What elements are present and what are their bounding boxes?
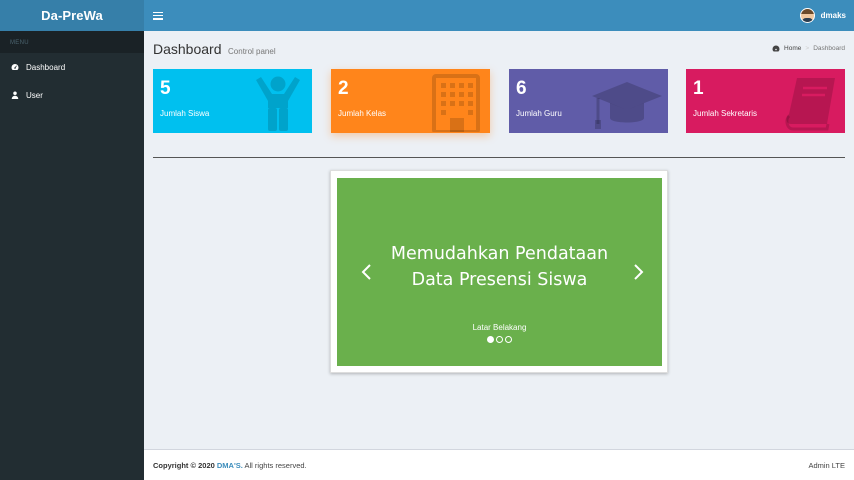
slide-title-line: Memudahkan Pendataan bbox=[390, 244, 609, 264]
stat-label: Jumlah Kelas bbox=[338, 109, 387, 118]
stat-count: 2 bbox=[338, 78, 349, 99]
stat-label: Jumlah Sekretaris bbox=[693, 109, 758, 118]
hamburger-icon[interactable] bbox=[153, 11, 163, 20]
dashboard-icon bbox=[772, 45, 780, 52]
stat-label: Jumlah Guru bbox=[516, 109, 562, 118]
sidebar-item-user[interactable]: User bbox=[0, 81, 144, 109]
stat-count: 1 bbox=[693, 78, 704, 99]
carousel: Memudahkan Pendataan Data Presensi Siswa… bbox=[337, 178, 662, 366]
stat-count: 6 bbox=[516, 78, 527, 99]
user-menu[interactable]: dmaks bbox=[799, 0, 846, 31]
sidebar: MENU Dashboard User bbox=[0, 31, 144, 480]
avatar bbox=[799, 8, 815, 23]
sidebar-item-label: User bbox=[26, 90, 43, 100]
dashboard-icon bbox=[11, 64, 19, 70]
breadcrumb-current: Dashboard bbox=[813, 45, 845, 52]
book-icon bbox=[785, 78, 835, 131]
footer-version: Admin LTE bbox=[808, 460, 845, 470]
sidebar-item-dashboard[interactable]: Dashboard bbox=[0, 53, 144, 81]
child-icon bbox=[256, 76, 300, 131]
content-header: Dashboard Control panel Home > Dashboard bbox=[153, 41, 845, 59]
footer-rights: All rights reserved. bbox=[244, 460, 307, 470]
graduation-cap-icon bbox=[592, 82, 662, 129]
sidebar-item-label: Dashboard bbox=[26, 62, 66, 72]
carousel-indicator-dot[interactable] bbox=[487, 336, 494, 343]
breadcrumb-home[interactable]: Home bbox=[784, 45, 801, 52]
carousel-indicators bbox=[337, 336, 662, 343]
carousel-indicator-dot[interactable] bbox=[496, 336, 503, 343]
user-icon bbox=[11, 91, 19, 99]
footer-copyright: Copyright © 2020 DMA'S. All rights reser… bbox=[153, 461, 307, 470]
menu-header: MENU bbox=[0, 31, 144, 53]
stat-box-guru[interactable]: 6 Jumlah Guru bbox=[509, 69, 668, 133]
username-label: dmaks bbox=[820, 11, 846, 20]
building-icon bbox=[432, 74, 480, 132]
stat-box-kelas[interactable]: 2 Jumlah Kelas bbox=[331, 69, 490, 133]
divider bbox=[153, 157, 845, 158]
breadcrumb-separator: > bbox=[805, 45, 810, 52]
app-logo[interactable]: Da-PreWa bbox=[0, 0, 144, 31]
stat-box-siswa[interactable]: 5 Jumlah Siswa bbox=[153, 69, 312, 133]
carousel-next-chevron-icon[interactable] bbox=[630, 260, 646, 284]
stat-count: 5 bbox=[160, 78, 171, 99]
page-title: Dashboard bbox=[153, 41, 222, 57]
slide-title-line: Data Presensi Siswa bbox=[411, 270, 588, 290]
top-navbar: dmaks bbox=[144, 0, 854, 31]
carousel-indicator-dot[interactable] bbox=[505, 336, 512, 343]
footer-brand-link[interactable]: DMA'S. bbox=[217, 461, 243, 470]
footer-copyright-prefix: Copyright © 2020 bbox=[153, 460, 215, 470]
page-subtitle: Control panel bbox=[228, 47, 276, 56]
breadcrumb: Home > Dashboard bbox=[772, 45, 845, 52]
slide-title: Memudahkan Pendataan Data Presensi Siswa bbox=[337, 241, 662, 293]
carousel-frame: Memudahkan Pendataan Data Presensi Siswa… bbox=[330, 170, 668, 373]
carousel-prev-chevron-icon[interactable] bbox=[359, 260, 375, 284]
footer: Copyright © 2020 DMA'S. All rights reser… bbox=[144, 449, 854, 480]
stat-label: Jumlah Siswa bbox=[160, 109, 210, 118]
slide-caption: Latar Belakang bbox=[472, 323, 527, 332]
stat-box-sekretaris[interactable]: 1 Jumlah Sekretaris bbox=[686, 69, 845, 133]
